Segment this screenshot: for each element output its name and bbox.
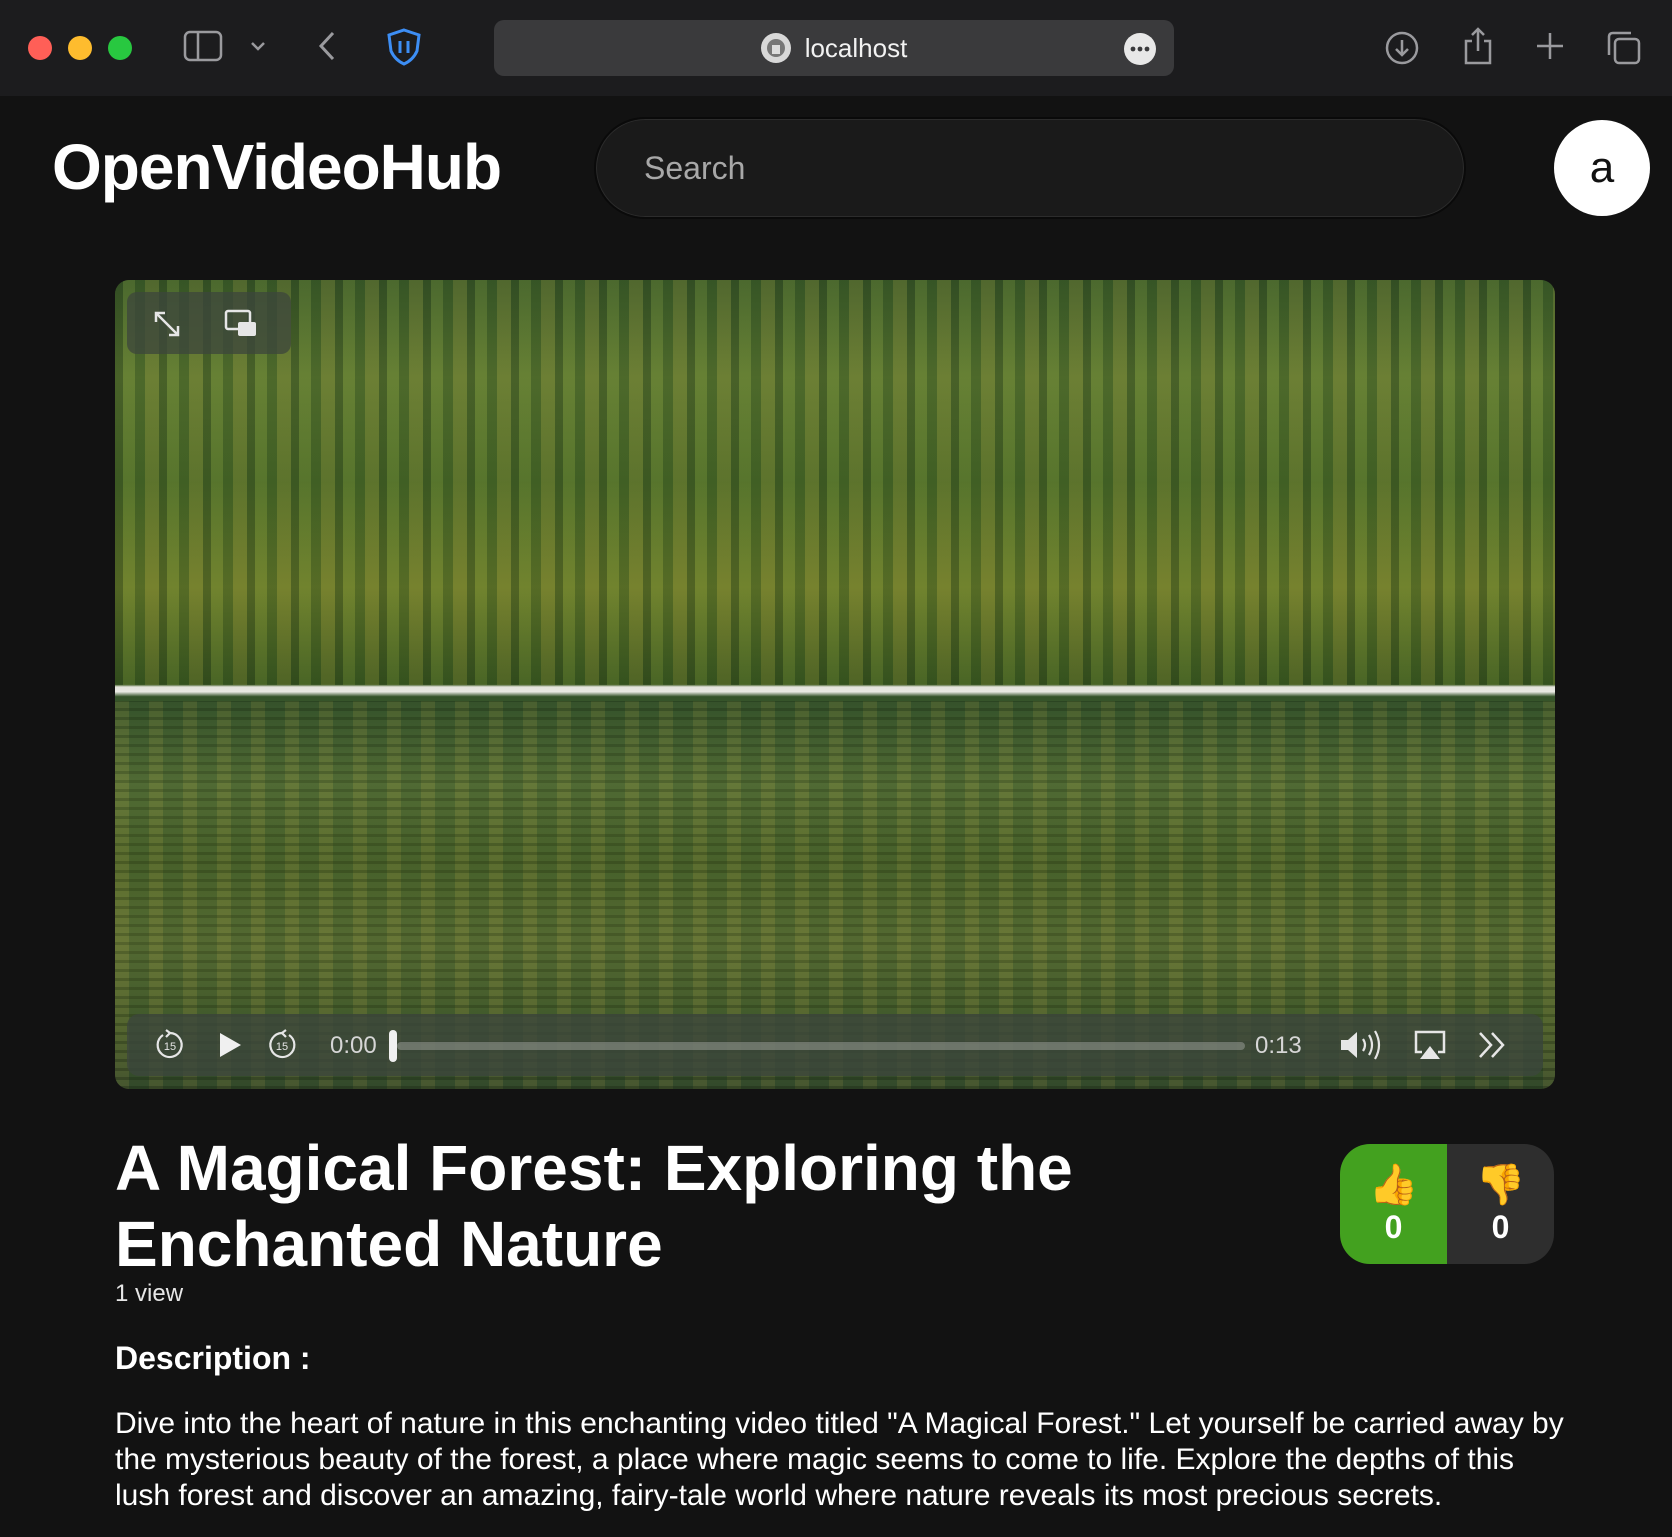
description-text: Dive into the heart of nature in this en…: [115, 1407, 1564, 1512]
picture-in-picture-icon[interactable]: [223, 308, 259, 340]
skip-back-15-icon[interactable]: 15: [153, 1028, 187, 1062]
fullscreen-icon[interactable]: [149, 306, 185, 342]
description-heading: Description :: [115, 1340, 311, 1376]
video-player[interactable]: 15 15 0:00 0:13: [115, 280, 1555, 1089]
like-button[interactable]: 👍 0: [1340, 1144, 1447, 1264]
chevron-down-icon[interactable]: [246, 34, 270, 58]
minimize-window-button[interactable]: [68, 36, 92, 60]
maximize-window-button[interactable]: [108, 36, 132, 60]
dislike-count: 0: [1491, 1208, 1510, 1245]
browser-toolbar: localhost: [0, 0, 1672, 96]
progress-track[interactable]: [397, 1042, 1245, 1050]
site-logo[interactable]: OpenVideoHub: [52, 130, 502, 204]
duration: 0:13: [1255, 1032, 1302, 1059]
share-icon[interactable]: [1458, 24, 1498, 68]
thumbs-down-icon: 👎: [1475, 1162, 1526, 1207]
close-window-button[interactable]: [28, 36, 52, 60]
user-avatar[interactable]: a: [1554, 120, 1650, 216]
progress-scrubber-handle[interactable]: [389, 1030, 397, 1062]
video-top-controls: [127, 292, 291, 354]
dislike-button[interactable]: 👎 0: [1447, 1144, 1554, 1264]
sidebar-toggle-icon[interactable]: [182, 28, 224, 64]
url-text: localhost: [804, 32, 908, 63]
back-arrow-icon[interactable]: [312, 28, 342, 64]
video-control-bar: 15 15 0:00 0:13: [127, 1014, 1543, 1076]
vote-buttons: 👍 0 👎 0: [1340, 1144, 1554, 1264]
svg-text:15: 15: [276, 1041, 288, 1053]
more-options-icon[interactable]: [1124, 33, 1156, 65]
address-bar[interactable]: localhost: [494, 20, 1174, 76]
new-tab-icon[interactable]: [1532, 28, 1568, 64]
airplay-icon[interactable]: [1411, 1026, 1449, 1064]
current-time: 0:00: [330, 1032, 377, 1059]
play-icon[interactable]: [213, 1028, 247, 1062]
chevrons-right-icon[interactable]: [1473, 1026, 1511, 1064]
svg-text:15: 15: [164, 1041, 176, 1053]
video-title: A Magical Forest: Exploring the Enchante…: [115, 1132, 1073, 1280]
tab-overview-icon[interactable]: [1604, 28, 1644, 68]
privacy-shield-icon[interactable]: [384, 26, 424, 68]
site-favicon-icon: [760, 33, 791, 63]
downloads-icon[interactable]: [1382, 28, 1422, 68]
volume-icon[interactable]: [1337, 1026, 1385, 1064]
thumbs-up-icon: 👍: [1368, 1162, 1419, 1207]
video-frame-forest: [115, 280, 1555, 685]
skip-forward-15-icon[interactable]: 15: [265, 1028, 299, 1062]
search-input[interactable]: [594, 117, 1466, 219]
like-count: 0: [1384, 1208, 1403, 1245]
view-count: 1 view: [115, 1280, 184, 1307]
